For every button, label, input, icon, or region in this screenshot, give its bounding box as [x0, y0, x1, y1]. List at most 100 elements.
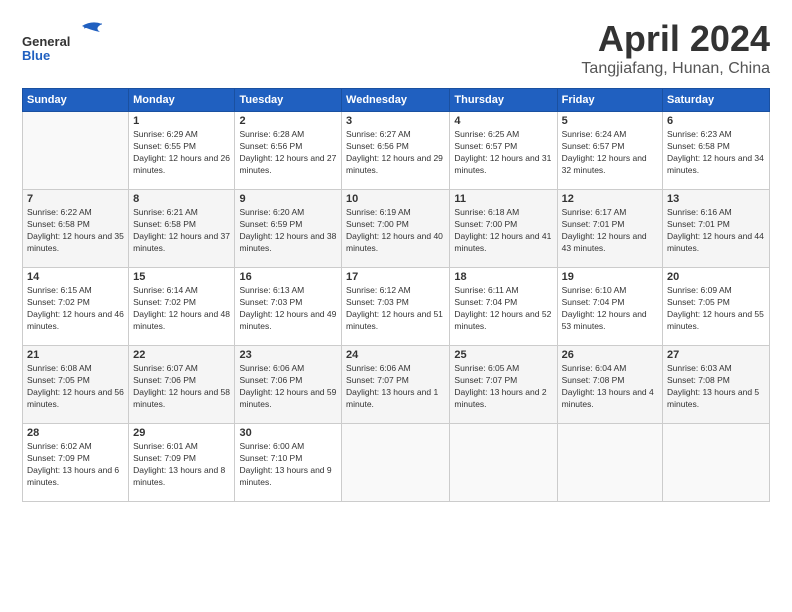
calendar-cell: 19 Sunrise: 6:10 AMSunset: 7:04 PMDayligh…	[557, 268, 662, 346]
cell-info: Sunrise: 6:20 AMSunset: 6:59 PMDaylight:…	[239, 207, 337, 255]
calendar-row: 7 Sunrise: 6:22 AMSunset: 6:58 PMDaylight…	[23, 190, 770, 268]
weekday-header: Tuesday	[235, 89, 342, 112]
calendar-cell	[663, 424, 770, 502]
day-number: 5	[562, 115, 658, 127]
day-number: 14	[27, 271, 124, 283]
cell-info: Sunrise: 6:05 AMSunset: 7:07 PMDaylight:…	[454, 363, 552, 411]
calendar-cell: 7 Sunrise: 6:22 AMSunset: 6:58 PMDaylight…	[23, 190, 129, 268]
day-number: 7	[27, 193, 124, 205]
cell-info: Sunrise: 6:11 AMSunset: 7:04 PMDaylight:…	[454, 285, 552, 333]
calendar-cell: 6 Sunrise: 6:23 AMSunset: 6:58 PMDaylight…	[663, 112, 770, 190]
month-title: April 2024	[581, 18, 770, 60]
calendar-cell: 29Sunrise: 6:01 AMSunset: 7:09 PMDayligh…	[129, 424, 235, 502]
calendar-cell: 21 Sunrise: 6:08 AMSunset: 7:05 PMDayligh…	[23, 346, 129, 424]
day-number: 17	[346, 271, 445, 283]
day-number: 2	[239, 115, 337, 127]
cell-info: Sunrise: 6:01 AMSunset: 7:09 PMDaylight:…	[133, 441, 230, 489]
day-number: 3	[346, 115, 445, 127]
calendar-cell: 28 Sunrise: 6:02 AMSunset: 7:09 PMDayligh…	[23, 424, 129, 502]
cell-info: Sunrise: 6:25 AMSunset: 6:57 PMDaylight:…	[454, 129, 552, 177]
calendar-cell: 8Sunrise: 6:21 AMSunset: 6:58 PMDaylight…	[129, 190, 235, 268]
cell-info: Sunrise: 6:12 AMSunset: 7:03 PMDaylight:…	[346, 285, 445, 333]
cell-info: Sunrise: 6:13 AMSunset: 7:03 PMDaylight:…	[239, 285, 337, 333]
day-number: 21	[27, 349, 124, 361]
day-number: 19	[562, 271, 658, 283]
day-number: 20	[667, 271, 765, 283]
cell-info: Sunrise: 6:09 AMSunset: 7:05 PMDaylight:…	[667, 285, 765, 333]
calendar-table: SundayMondayTuesdayWednesdayThursdayFrid…	[22, 88, 770, 502]
day-number: 9	[239, 193, 337, 205]
logo: General Blue	[22, 18, 122, 68]
weekday-header: Friday	[557, 89, 662, 112]
calendar-cell	[450, 424, 557, 502]
calendar-row: 28 Sunrise: 6:02 AMSunset: 7:09 PMDayligh…	[23, 424, 770, 502]
day-number: 12	[562, 193, 658, 205]
calendar-cell: 4 Sunrise: 6:25 AMSunset: 6:57 PMDaylight…	[450, 112, 557, 190]
calendar-row: 21 Sunrise: 6:08 AMSunset: 7:05 PMDayligh…	[23, 346, 770, 424]
day-number: 28	[27, 427, 124, 439]
calendar-cell: 15Sunrise: 6:14 AMSunset: 7:02 PMDayligh…	[129, 268, 235, 346]
cell-info: Sunrise: 6:08 AMSunset: 7:05 PMDaylight:…	[27, 363, 124, 411]
calendar-row: 1 Sunrise: 6:29 AMSunset: 6:55 PMDaylight…	[23, 112, 770, 190]
day-number: 27	[667, 349, 765, 361]
calendar-page: General Blue April 2024 Tangjiafang, Hun…	[0, 0, 792, 612]
calendar-cell	[342, 424, 450, 502]
logo-svg: General Blue	[22, 18, 122, 68]
calendar-cell: 12 Sunrise: 6:17 AMSunset: 7:01 PMDayligh…	[557, 190, 662, 268]
cell-info: Sunrise: 6:16 AMSunset: 7:01 PMDaylight:…	[667, 207, 765, 255]
cell-info: Sunrise: 6:23 AMSunset: 6:58 PMDaylight:…	[667, 129, 765, 177]
cell-info: Sunrise: 6:02 AMSunset: 7:09 PMDaylight:…	[27, 441, 124, 489]
cell-info: Sunrise: 6:18 AMSunset: 7:00 PMDaylight:…	[454, 207, 552, 255]
cell-info: Sunrise: 6:17 AMSunset: 7:01 PMDaylight:…	[562, 207, 658, 255]
svg-text:General: General	[22, 34, 70, 49]
calendar-cell: 13Sunrise: 6:16 AMSunset: 7:01 PMDayligh…	[663, 190, 770, 268]
day-number: 8	[133, 193, 230, 205]
day-number: 1	[133, 115, 230, 127]
weekday-header: Sunday	[23, 89, 129, 112]
weekday-header: Monday	[129, 89, 235, 112]
day-number: 16	[239, 271, 337, 283]
cell-info: Sunrise: 6:28 AMSunset: 6:56 PMDaylight:…	[239, 129, 337, 177]
cell-info: Sunrise: 6:22 AMSunset: 6:58 PMDaylight:…	[27, 207, 124, 255]
calendar-cell: 5Sunrise: 6:24 AMSunset: 6:57 PMDaylight…	[557, 112, 662, 190]
calendar-cell: 2 Sunrise: 6:28 AMSunset: 6:56 PMDaylight…	[235, 112, 342, 190]
header-row: SundayMondayTuesdayWednesdayThursdayFrid…	[23, 89, 770, 112]
day-number: 25	[454, 349, 552, 361]
weekday-header: Wednesday	[342, 89, 450, 112]
day-number: 4	[454, 115, 552, 127]
calendar-cell	[23, 112, 129, 190]
weekday-header: Saturday	[663, 89, 770, 112]
calendar-cell: 14 Sunrise: 6:15 AMSunset: 7:02 PMDayligh…	[23, 268, 129, 346]
cell-info: Sunrise: 6:27 AMSunset: 6:56 PMDaylight:…	[346, 129, 445, 177]
calendar-cell: 27 Sunrise: 6:03 AMSunset: 7:08 PMDayligh…	[663, 346, 770, 424]
day-number: 11	[454, 193, 552, 205]
calendar-cell: 9 Sunrise: 6:20 AMSunset: 6:59 PMDaylight…	[235, 190, 342, 268]
calendar-cell	[557, 424, 662, 502]
cell-info: Sunrise: 6:10 AMSunset: 7:04 PMDaylight:…	[562, 285, 658, 333]
calendar-cell: 11 Sunrise: 6:18 AMSunset: 7:00 PMDayligh…	[450, 190, 557, 268]
calendar-cell: 20 Sunrise: 6:09 AMSunset: 7:05 PMDayligh…	[663, 268, 770, 346]
cell-info: Sunrise: 6:03 AMSunset: 7:08 PMDaylight:…	[667, 363, 765, 411]
calendar-cell: 18Sunrise: 6:11 AMSunset: 7:04 PMDayligh…	[450, 268, 557, 346]
calendar-cell: 1 Sunrise: 6:29 AMSunset: 6:55 PMDaylight…	[129, 112, 235, 190]
calendar-cell: 17 Sunrise: 6:12 AMSunset: 7:03 PMDayligh…	[342, 268, 450, 346]
calendar-cell: 26Sunrise: 6:04 AMSunset: 7:08 PMDayligh…	[557, 346, 662, 424]
day-number: 23	[239, 349, 337, 361]
cell-info: Sunrise: 6:29 AMSunset: 6:55 PMDaylight:…	[133, 129, 230, 177]
cell-info: Sunrise: 6:15 AMSunset: 7:02 PMDaylight:…	[27, 285, 124, 333]
calendar-cell: 30Sunrise: 6:00 AMSunset: 7:10 PMDayligh…	[235, 424, 342, 502]
cell-info: Sunrise: 6:06 AMSunset: 7:07 PMDaylight:…	[346, 363, 445, 411]
day-number: 10	[346, 193, 445, 205]
calendar-cell: 16 Sunrise: 6:13 AMSunset: 7:03 PMDayligh…	[235, 268, 342, 346]
day-number: 15	[133, 271, 230, 283]
calendar-cell: 23 Sunrise: 6:06 AMSunset: 7:06 PMDayligh…	[235, 346, 342, 424]
day-number: 6	[667, 115, 765, 127]
header: General Blue April 2024 Tangjiafang, Hun…	[22, 18, 770, 78]
svg-text:Blue: Blue	[22, 48, 50, 63]
calendar-cell: 22Sunrise: 6:07 AMSunset: 7:06 PMDayligh…	[129, 346, 235, 424]
cell-info: Sunrise: 6:04 AMSunset: 7:08 PMDaylight:…	[562, 363, 658, 411]
cell-info: Sunrise: 6:00 AMSunset: 7:10 PMDaylight:…	[239, 441, 337, 489]
cell-info: Sunrise: 6:06 AMSunset: 7:06 PMDaylight:…	[239, 363, 337, 411]
calendar-row: 14 Sunrise: 6:15 AMSunset: 7:02 PMDayligh…	[23, 268, 770, 346]
title-block: April 2024 Tangjiafang, Hunan, China	[581, 18, 770, 78]
